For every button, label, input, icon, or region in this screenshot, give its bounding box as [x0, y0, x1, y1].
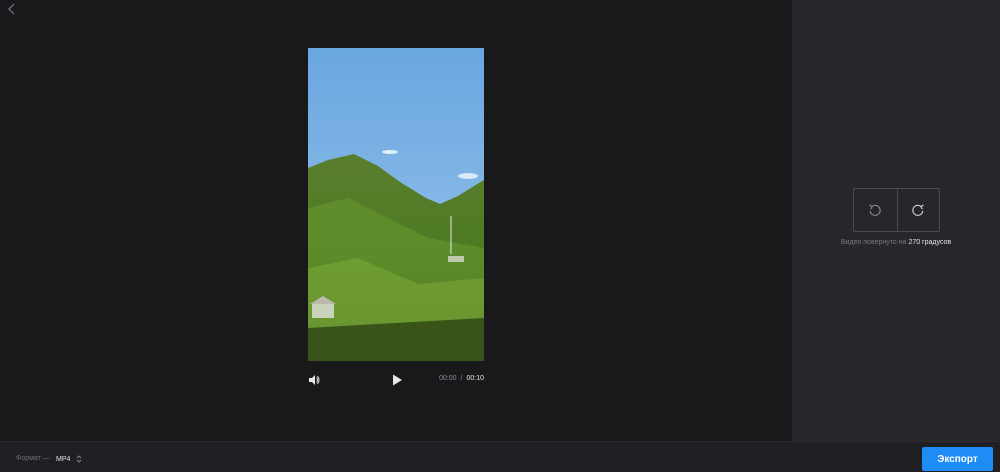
video-frame — [308, 48, 484, 361]
format-select[interactable]: MP4 — [56, 454, 82, 464]
app-window: 00:00/00:10 Видео повернуто на 270 граду… — [0, 0, 1000, 472]
rotate-left-button[interactable] — [854, 189, 897, 231]
rotation-info-prefix: Видео повернуто на — [840, 239, 907, 246]
time-display: 00:00/00:10 — [439, 375, 484, 382]
rotate-panel: Видео повернуто на 270 градусов — [792, 0, 1000, 441]
updown-chevron-icon — [76, 455, 82, 463]
rotate-buttons — [853, 188, 940, 232]
play-icon[interactable] — [390, 373, 404, 387]
chevron-left-icon[interactable] — [4, 1, 20, 17]
time-separator: / — [460, 375, 463, 382]
duration: 00:10 — [466, 375, 484, 382]
current-time: 00:00 — [438, 375, 457, 382]
footer-bar: Формат — MP4 Экспорт — [0, 441, 1000, 472]
rotation-info: Видео повернуто на 270 градусов — [792, 239, 1000, 246]
player-controls: 00:00/00:10 — [308, 371, 484, 389]
format-value: MP4 — [56, 455, 71, 463]
preview-area: 00:00/00:10 — [0, 0, 792, 441]
format-label: Формат — — [16, 455, 50, 462]
rotate-left-icon — [869, 204, 881, 216]
rotation-degrees: 270 градусов — [908, 239, 952, 246]
rotate-right-button[interactable] — [896, 189, 940, 231]
video-thumbnail — [308, 48, 484, 361]
volume-icon[interactable] — [308, 373, 320, 387]
rotate-right-icon — [912, 204, 925, 216]
export-button[interactable]: Экспорт — [922, 447, 993, 471]
